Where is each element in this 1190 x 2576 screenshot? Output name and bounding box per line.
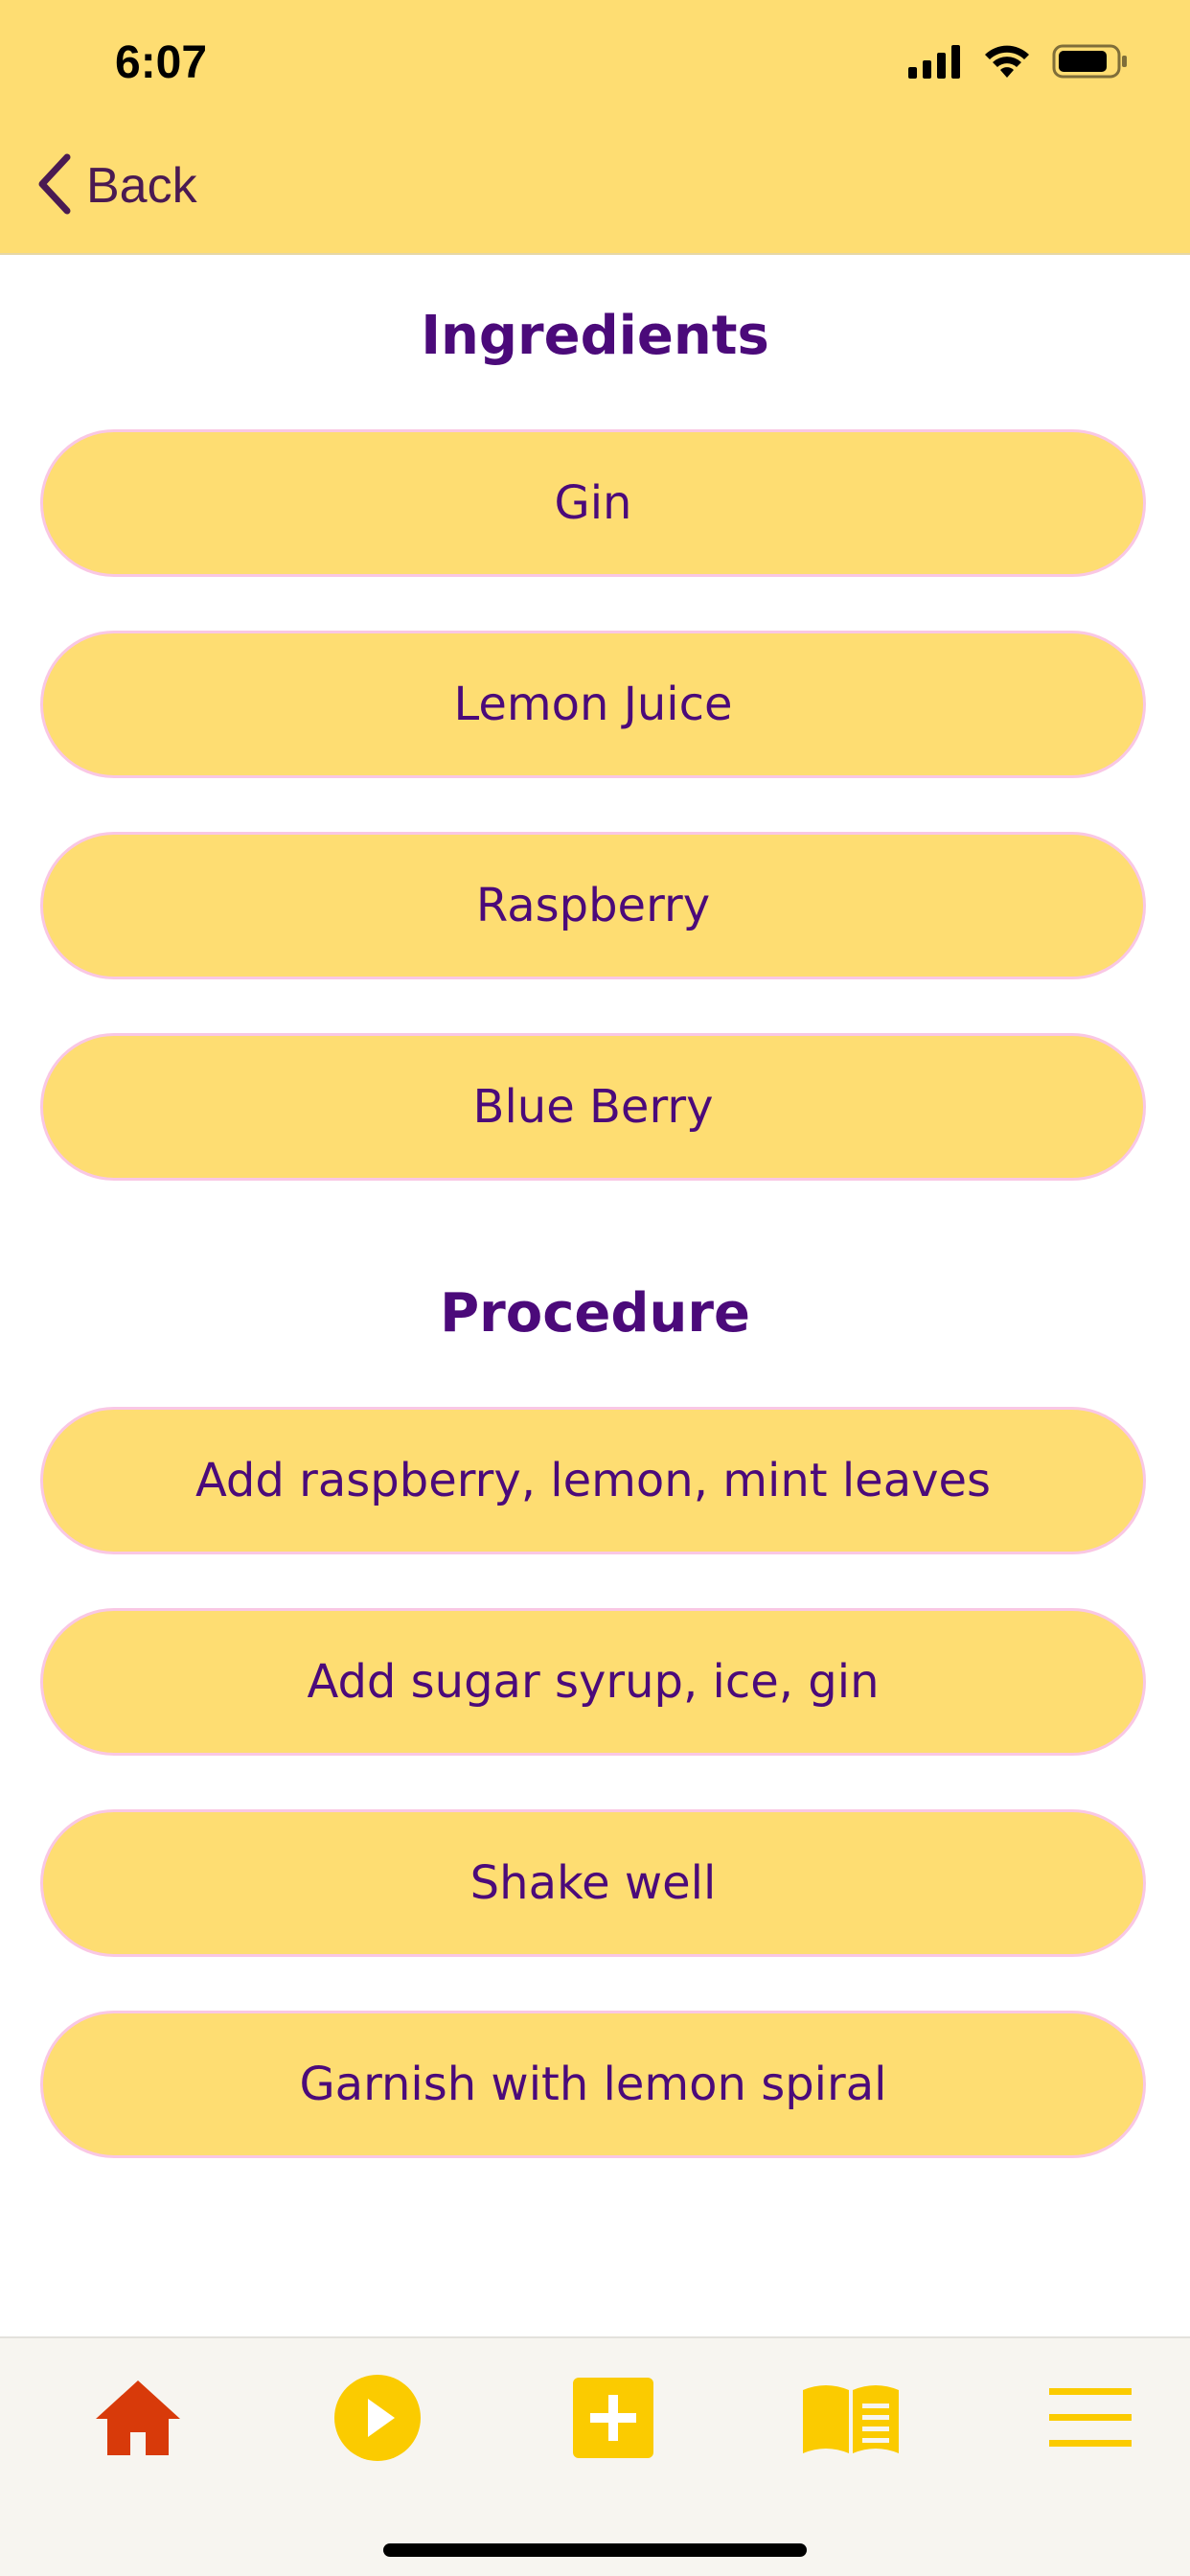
ingredient-item[interactable]: Gin xyxy=(40,429,1146,577)
battery-icon xyxy=(1052,42,1129,84)
ingredient-item[interactable]: Raspberry xyxy=(40,832,1146,979)
tab-add[interactable] xyxy=(556,2367,671,2472)
home-icon xyxy=(94,2379,182,2461)
procedure-step[interactable]: Shake well xyxy=(40,1809,1146,1957)
status-icons xyxy=(908,42,1129,84)
back-label: Back xyxy=(86,158,197,214)
ingredient-item[interactable]: Lemon Juice xyxy=(40,631,1146,778)
header: 6:07 Back xyxy=(0,0,1190,255)
tab-home[interactable] xyxy=(80,2367,195,2472)
menu-icon xyxy=(1049,2388,1132,2451)
procedure-title: Procedure xyxy=(440,1282,750,1345)
status-time: 6:07 xyxy=(115,37,208,88)
procedure-step[interactable]: Add raspberry, lemon, mint leaves xyxy=(40,1407,1146,1554)
signal-icon xyxy=(908,44,962,82)
procedure-step[interactable]: Add sugar syrup, ice, gin xyxy=(40,1608,1146,1756)
procedure-step[interactable]: Garnish with lemon spiral xyxy=(40,2011,1146,2158)
add-icon xyxy=(573,2378,653,2462)
wifi-icon xyxy=(983,43,1031,83)
play-icon xyxy=(333,2374,422,2466)
book-icon xyxy=(801,2380,901,2459)
tab-bar xyxy=(0,2336,1190,2576)
tab-book[interactable] xyxy=(793,2367,908,2472)
recipe-screen: 6:07 Back Ingredients Gin Lemon Juice Ra… xyxy=(0,0,1190,2576)
ingredients-title: Ingredients xyxy=(421,305,769,367)
back-button[interactable]: Back xyxy=(34,153,197,218)
tab-menu[interactable] xyxy=(1033,2367,1148,2472)
home-indicator xyxy=(383,2543,807,2557)
ingredient-item[interactable]: Blue Berry xyxy=(40,1033,1146,1181)
tab-play[interactable] xyxy=(320,2367,435,2472)
chevron-left-icon xyxy=(34,153,73,218)
